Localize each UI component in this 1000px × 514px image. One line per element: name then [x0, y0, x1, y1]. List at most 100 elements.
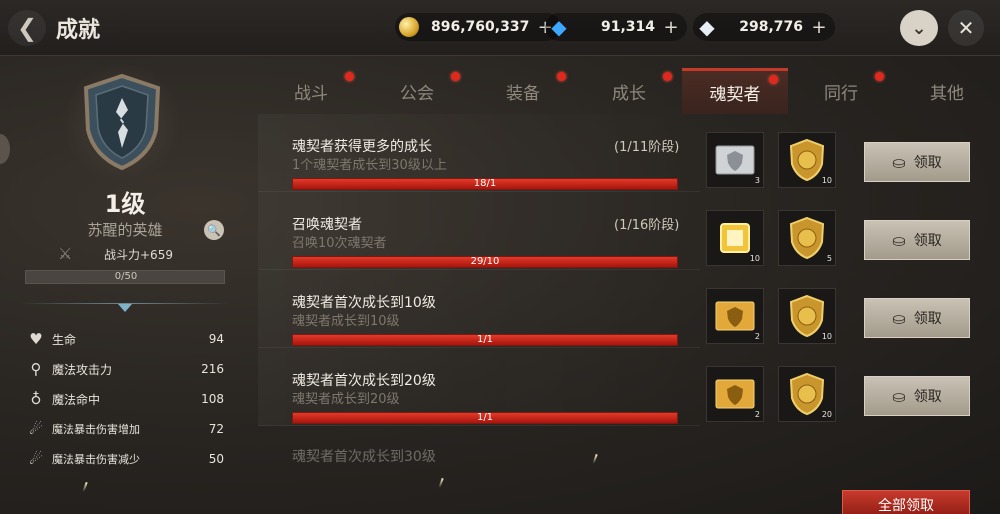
close-button[interactable]: ✕ — [948, 10, 984, 46]
add-white-gem-button[interactable]: + — [811, 17, 827, 38]
gold-card-icon — [715, 301, 755, 331]
reward-count: 2 — [754, 410, 760, 419]
reward-item[interactable]: 10 — [706, 210, 764, 266]
close-icon: ✕ — [957, 16, 975, 40]
achievement-list[interactable]: 魂契者获得更多的成长 (1/11阶段) 1个魂契者成长到30级以上 18/1 3… — [258, 114, 1000, 514]
claim-label: 领取 — [913, 389, 942, 405]
progress-bar: 1/1 — [292, 412, 678, 424]
shield-emblem-icon — [83, 73, 161, 171]
page-title: 成就 — [56, 18, 101, 43]
reward-count: 10 — [821, 332, 832, 341]
progress-bar: 29/10 — [292, 256, 678, 268]
reward-item[interactable]: 10 — [778, 288, 836, 344]
search-icon[interactable]: 🔍 — [204, 220, 224, 240]
divider-arrow-icon — [118, 304, 132, 312]
achievement-title: 召唤魂契者 — [292, 217, 362, 233]
stat-value: 50 — [208, 452, 224, 466]
currency-white-gem: ◆ 298,776 + — [693, 13, 835, 41]
profile-panel: 1级 苏醒的英雄 🔍 ⚔ 战斗力+659 0/50 ♥ 生命 94 ⚲ 魔法攻击… — [0, 56, 250, 514]
claim-icon: ⛀ — [892, 152, 906, 172]
stat-row: ♁ 魔法命中 108 — [24, 388, 225, 410]
progress-text: 29/10 — [470, 256, 500, 267]
stat-name: 生命 — [52, 332, 77, 347]
claim-label: 领取 — [913, 311, 942, 327]
claim-button[interactable]: ⛀ 领取 — [864, 142, 970, 182]
notification-dot — [663, 72, 672, 81]
stat-name: 魔法暴击伤害减少 — [52, 453, 140, 466]
stat-value: 72 — [208, 422, 224, 436]
notification-dot — [769, 75, 778, 84]
tab-combat[interactable]: 战斗 — [258, 68, 364, 114]
magic-hit-icon: ♁ — [30, 390, 42, 408]
swords-icon: ⚔ — [58, 244, 73, 263]
category-tabs: 战斗 公会 装备 成长 魂契者 同行 其他 — [258, 68, 1000, 114]
progress-text: 1/1 — [476, 412, 494, 423]
achievement-desc: 1个魂契者成长到30级以上 — [292, 158, 447, 173]
tab-other[interactable]: 其他 — [894, 68, 1000, 114]
reward-item[interactable]: 10 — [778, 132, 836, 188]
back-button[interactable]: ❮ — [8, 10, 46, 46]
gold-card-icon — [715, 379, 755, 409]
tab-label: 成长 — [612, 83, 646, 104]
tab-soul-contractor[interactable]: 魂契者 — [682, 68, 788, 114]
claim-all-button[interactable]: 全部领取 — [842, 490, 970, 514]
reward-count: 5 — [826, 254, 832, 263]
dropdown-button[interactable]: ⌄ — [900, 10, 938, 46]
back-arrow-icon: ❮ — [16, 14, 38, 42]
stat-value: 94 — [208, 332, 224, 346]
claim-label: 领取 — [913, 155, 942, 171]
achievement-row: 魂契者首次成长到10级 魂契者成长到10级 1/1 2 10 ⛀ 领取 — [258, 270, 1000, 348]
claim-label: 领取 — [913, 233, 942, 249]
notification-dot — [451, 72, 460, 81]
reward-count: 10 — [749, 254, 760, 263]
reward-item[interactable]: 3 — [706, 132, 764, 188]
gold-coin-icon — [395, 13, 423, 41]
stat-value: 108 — [201, 392, 224, 406]
claim-button[interactable]: ⛀ 领取 — [864, 376, 970, 416]
progress-bar: 18/1 — [292, 178, 678, 190]
xp-text: 0/50 — [114, 271, 138, 282]
gold-medal-icon — [789, 216, 825, 260]
claim-button[interactable]: ⛀ 领取 — [864, 298, 970, 338]
tab-label: 装备 — [506, 83, 540, 104]
claim-icon: ⛀ — [892, 386, 906, 406]
heart-icon: ♥ — [29, 330, 43, 348]
stat-name: 魔法命中 — [52, 392, 101, 407]
reward-count: 2 — [754, 332, 760, 341]
notification-dot — [345, 72, 354, 81]
reward-item[interactable]: 20 — [778, 366, 836, 422]
magic-attack-icon: ⚲ — [30, 360, 42, 378]
notification-dot — [557, 72, 566, 81]
stat-name: 魔法暴击伤害增加 — [52, 423, 140, 436]
white-gem-icon: ◆ — [699, 15, 715, 39]
stat-row: ⚲ 魔法攻击力 216 — [24, 358, 225, 380]
side-handle[interactable] — [0, 134, 10, 164]
add-blue-gem-button[interactable]: + — [663, 17, 679, 38]
stat-row: ♥ 生命 94 — [24, 328, 224, 350]
gold-value: 896,760,337 — [431, 19, 530, 35]
achievement-desc: 召唤10次魂契者 — [292, 236, 387, 251]
stat-row: ☄ 魔法暴击伤害增加 72 — [24, 418, 224, 440]
silver-card-icon — [715, 145, 755, 175]
claim-icon: ⛀ — [892, 230, 906, 250]
achievement-title: 魂契者首次成长到20级 — [292, 373, 436, 389]
tab-label: 同行 — [824, 83, 858, 104]
achievement-row: 魂契者获得更多的成长 (1/11阶段) 1个魂契者成长到30级以上 18/1 3… — [258, 114, 1000, 192]
reward-item[interactable]: 2 — [706, 366, 764, 422]
tab-guild[interactable]: 公会 — [364, 68, 470, 114]
reward-count: 3 — [754, 176, 760, 185]
stat-row: ☄ 魔法暴击伤害减少 50 — [24, 448, 224, 470]
achievement-row: 魂契者首次成长到20级 魂契者成长到20级 1/1 2 20 ⛀ 领取 — [258, 348, 1000, 426]
chevron-down-icon: ⌄ — [911, 17, 927, 39]
claim-button[interactable]: ⛀ 领取 — [864, 220, 970, 260]
stat-value: 216 — [201, 362, 224, 376]
currency-gold: 896,760,337 + — [395, 13, 562, 41]
reward-item[interactable]: 2 — [706, 288, 764, 344]
reward-item[interactable]: 5 — [778, 210, 836, 266]
tab-growth[interactable]: 成长 — [576, 68, 682, 114]
achievement-title: 魂契者首次成长到30级 — [292, 449, 436, 465]
tab-equipment[interactable]: 装备 — [470, 68, 576, 114]
tab-companion[interactable]: 同行 — [788, 68, 894, 114]
combat-power: 战斗力+659 — [104, 248, 173, 262]
stat-name: 魔法攻击力 — [52, 362, 113, 377]
